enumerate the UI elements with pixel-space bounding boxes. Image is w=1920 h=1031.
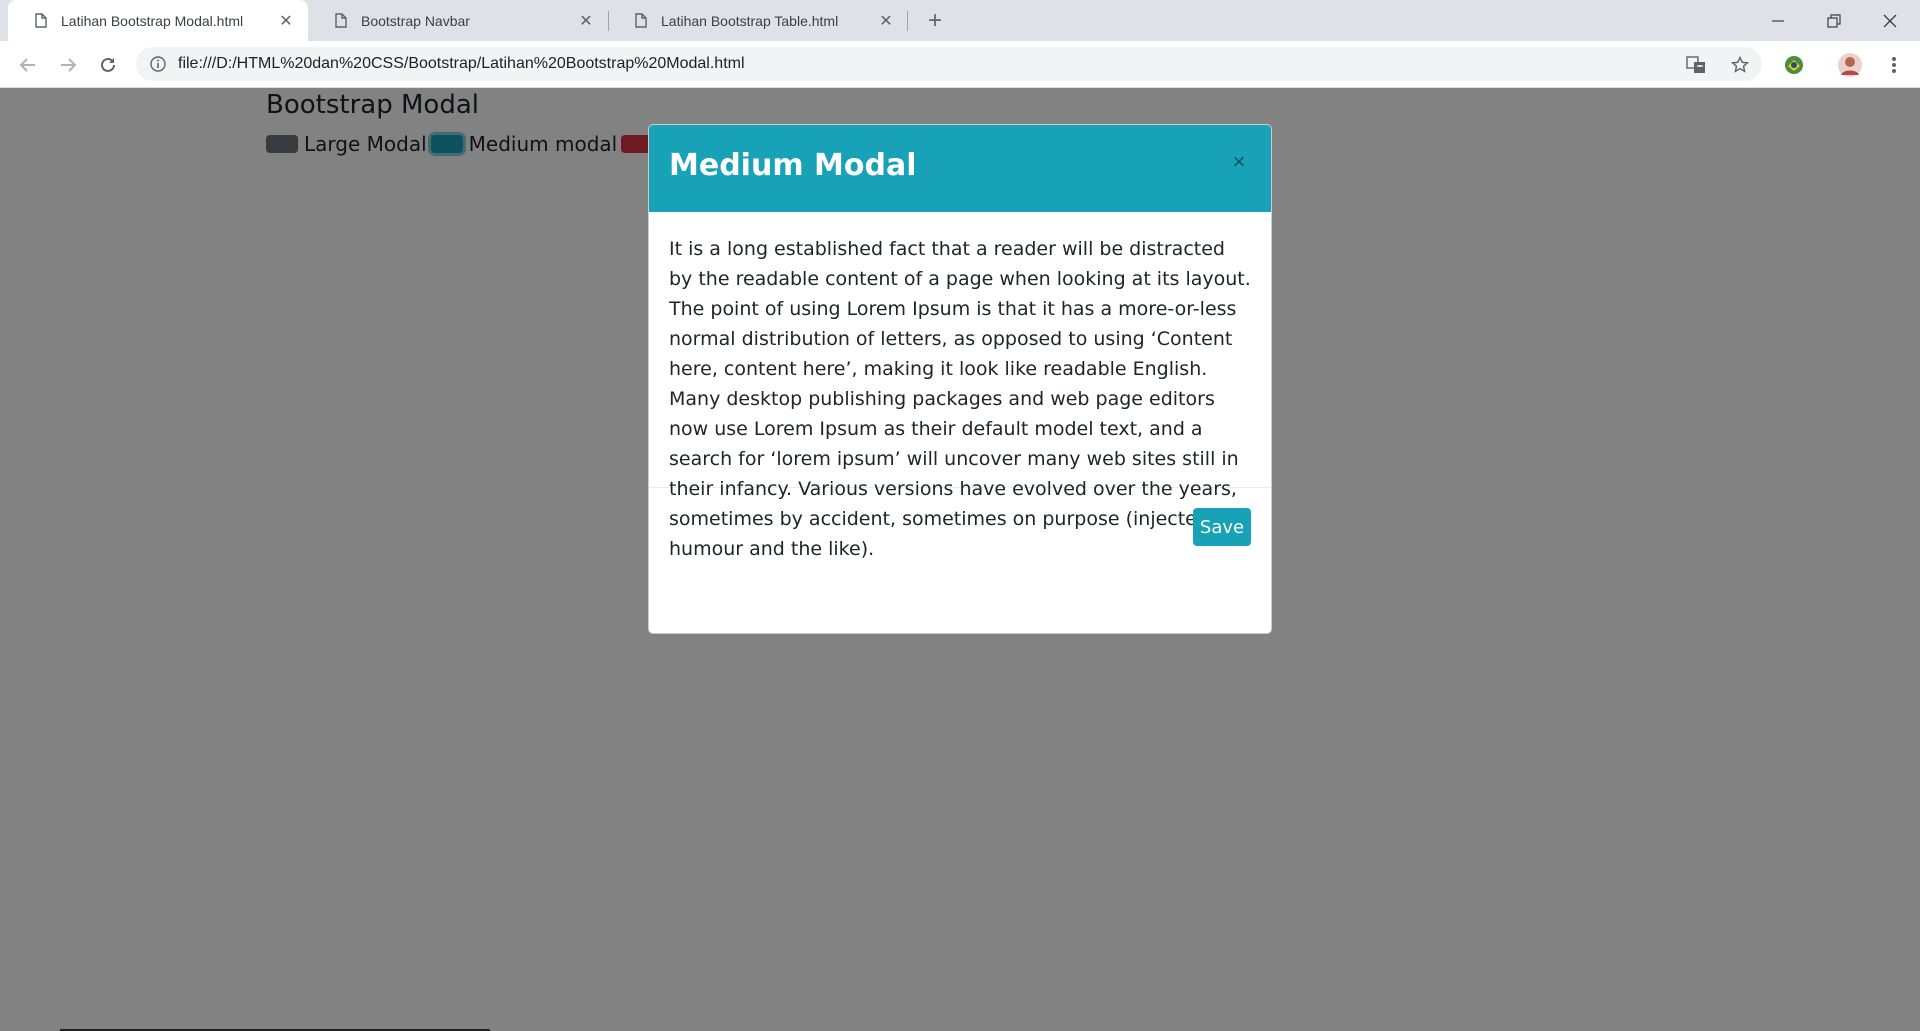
avatar[interactable] [1838,53,1862,77]
tab-strip: Latihan Bootstrap Modal.html ✕ Bootstrap… [0,0,1920,41]
medium-modal-dialog: Medium Modal × It is a long established … [648,124,1272,634]
tab-latihan-bootstrap-modal[interactable]: Latihan Bootstrap Modal.html ✕ [8,0,308,41]
tab-separator [907,11,908,31]
close-tab-icon[interactable]: ✕ [876,11,896,31]
file-icon [35,13,47,28]
tab-latihan-bootstrap-table[interactable]: Latihan Bootstrap Table.html ✕ [608,0,908,41]
tab-bootstrap-navbar[interactable]: Bootstrap Navbar ✕ [308,0,608,41]
file-icon [335,13,347,28]
info-icon[interactable] [150,56,166,72]
tab-title: Latihan Bootstrap Table.html [661,12,839,29]
menu-kebab-icon[interactable] [1882,53,1906,77]
address-bar[interactable]: file:///D:/HTML%20dan%20CSS/Bootstrap/La… [136,47,1762,81]
tab-title: Bootstrap Navbar [361,12,470,29]
file-icon [635,13,647,28]
bookmark-star-icon[interactable] [1730,55,1750,75]
minimize-button[interactable] [1750,0,1806,41]
restore-button[interactable] [1806,0,1862,41]
extension-icon[interactable] [1782,53,1806,77]
browser-toolbar: file:///D:/HTML%20dan%20CSS/Bootstrap/La… [0,41,1920,88]
back-button[interactable] [14,51,42,79]
close-icon [1883,14,1897,27]
modal-body-text: It is a long established fact that a rea… [649,212,1271,560]
close-tab-icon[interactable]: ✕ [576,11,596,31]
new-tab-button[interactable]: + [922,8,948,34]
translate-icon[interactable] [1686,55,1706,75]
modal-title: Medium Modal [669,148,917,183]
save-button[interactable]: Save [1193,508,1251,546]
close-tab-icon[interactable]: ✕ [276,11,296,31]
modal-header: Medium Modal × [649,125,1271,212]
forward-button[interactable] [54,51,82,79]
tab-title: Latihan Bootstrap Modal.html [61,12,244,29]
close-icon[interactable]: × [1227,149,1251,174]
reload-button[interactable] [94,51,122,79]
back-arrow-icon [19,58,35,72]
address-url[interactable]: file:///D:/HTML%20dan%20CSS/Bootstrap/La… [178,55,745,73]
forward-arrow-icon [61,58,77,72]
restore-icon [1827,13,1841,28]
close-window-button[interactable] [1862,0,1918,41]
modal-footer: Save [649,488,1271,566]
reload-icon [101,57,115,72]
minimize-icon [1772,19,1784,22]
